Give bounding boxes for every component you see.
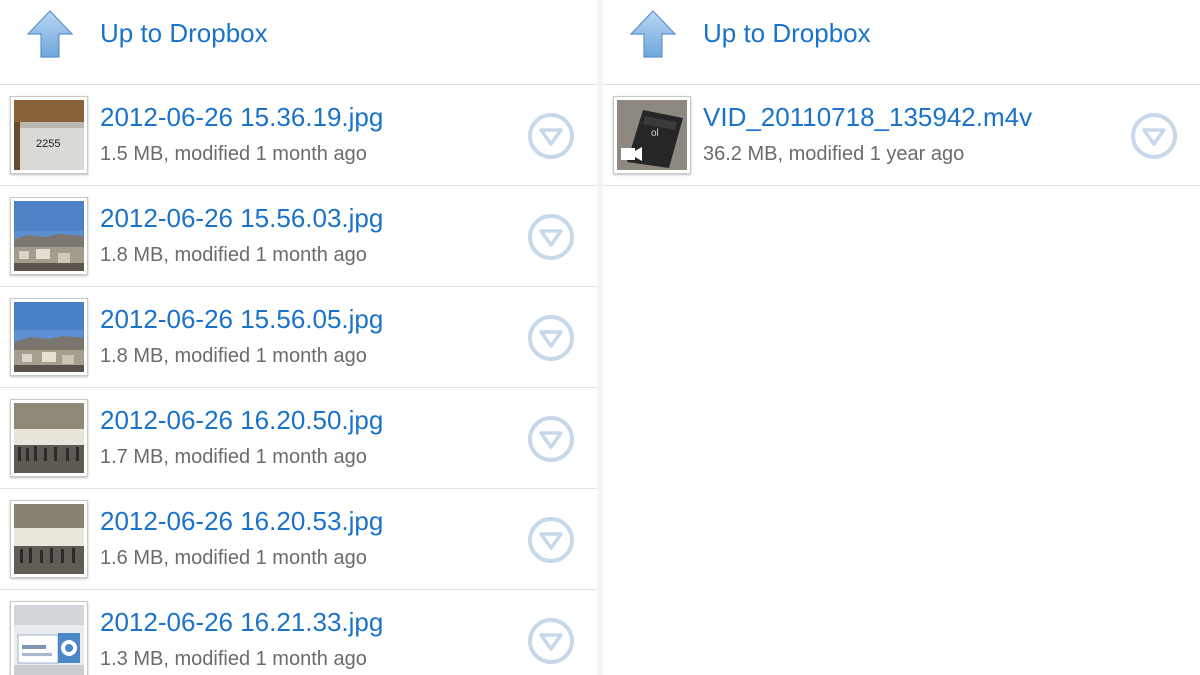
svg-text:2255: 2255 — [36, 138, 60, 150]
file-menu-button[interactable] — [526, 414, 576, 464]
file-row[interactable]: 2012-06-26 15.56.03.jpg 1.8 MB, modified… — [0, 186, 597, 287]
photo-thumbnail — [10, 601, 88, 675]
left-file-browser: Up to Dropbox 2255 2012-06-26 15.36.19.j… — [0, 0, 597, 675]
file-menu-button[interactable] — [1129, 111, 1179, 161]
up-to-dropbox-row[interactable]: Up to Dropbox — [0, 0, 597, 85]
chevron-down-circle-icon — [528, 416, 574, 462]
file-row[interactable]: 2012-06-26 15.56.05.jpg 1.8 MB, modified… — [0, 287, 597, 388]
file-name: VID_20110718_135942.m4v — [703, 102, 1033, 132]
right-file-browser: Up to Dropbox ol VID_20110718_135942.m4v — [603, 0, 1200, 675]
file-list: ol VID_20110718_135942.m4v 36.2 MB, modi… — [603, 85, 1200, 186]
file-row[interactable]: 2012-06-26 16.20.50.jpg 1.7 MB, modified… — [0, 388, 597, 489]
photo-thumbnail: 2255 — [10, 96, 88, 174]
chevron-down-circle-icon — [528, 315, 574, 361]
file-name: 2012-06-26 15.56.05.jpg — [100, 304, 384, 334]
up-to-dropbox-label: Up to Dropbox — [703, 18, 871, 48]
chevron-down-circle-icon — [528, 113, 574, 159]
file-name: 2012-06-26 16.20.50.jpg — [100, 405, 384, 435]
file-meta: 1.8 MB, modified 1 month ago — [100, 244, 367, 266]
file-menu-button[interactable] — [526, 212, 576, 262]
svg-text:ol: ol — [651, 128, 659, 139]
file-row[interactable]: 2012-06-26 16.21.33.jpg 1.3 MB, modified… — [0, 590, 597, 675]
file-meta: 1.5 MB, modified 1 month ago — [100, 143, 367, 165]
file-menu-button[interactable] — [526, 111, 576, 161]
up-arrow-icon — [629, 9, 677, 59]
file-row[interactable]: 2255 2012-06-26 15.36.19.jpg 1.5 MB, mod… — [0, 85, 597, 186]
up-to-dropbox-row[interactable]: Up to Dropbox — [603, 0, 1200, 85]
file-meta: 1.3 MB, modified 1 month ago — [100, 648, 367, 670]
file-meta: 1.7 MB, modified 1 month ago — [100, 446, 367, 468]
file-name: 2012-06-26 16.21.33.jpg — [100, 607, 384, 637]
chevron-down-circle-icon — [528, 618, 574, 664]
file-row[interactable]: 2012-06-26 16.20.53.jpg 1.6 MB, modified… — [0, 489, 597, 590]
file-meta: 1.6 MB, modified 1 month ago — [100, 547, 367, 569]
up-arrow-icon — [26, 9, 74, 59]
photo-thumbnail — [10, 500, 88, 578]
file-meta: 36.2 MB, modified 1 year ago — [703, 143, 965, 165]
file-list: 2255 2012-06-26 15.36.19.jpg 1.5 MB, mod… — [0, 85, 597, 675]
file-meta: 1.8 MB, modified 1 month ago — [100, 345, 367, 367]
photo-thumbnail — [10, 197, 88, 275]
photo-thumbnail — [10, 298, 88, 376]
photo-thumbnail — [10, 399, 88, 477]
file-menu-button[interactable] — [526, 313, 576, 363]
video-thumbnail: ol — [613, 96, 691, 174]
up-to-dropbox-label: Up to Dropbox — [100, 18, 268, 48]
chevron-down-circle-icon — [528, 214, 574, 260]
file-menu-button[interactable] — [526, 616, 576, 666]
file-menu-button[interactable] — [526, 515, 576, 565]
file-name: 2012-06-26 15.36.19.jpg — [100, 102, 384, 132]
chevron-down-circle-icon — [1131, 113, 1177, 159]
file-name: 2012-06-26 16.20.53.jpg — [100, 506, 384, 536]
chevron-down-circle-icon — [528, 517, 574, 563]
file-name: 2012-06-26 15.56.03.jpg — [100, 203, 384, 233]
file-row[interactable]: ol VID_20110718_135942.m4v 36.2 MB, modi… — [603, 85, 1200, 186]
screen: Up to Dropbox 2255 2012-06-26 15.36.19.j… — [0, 0, 1200, 675]
